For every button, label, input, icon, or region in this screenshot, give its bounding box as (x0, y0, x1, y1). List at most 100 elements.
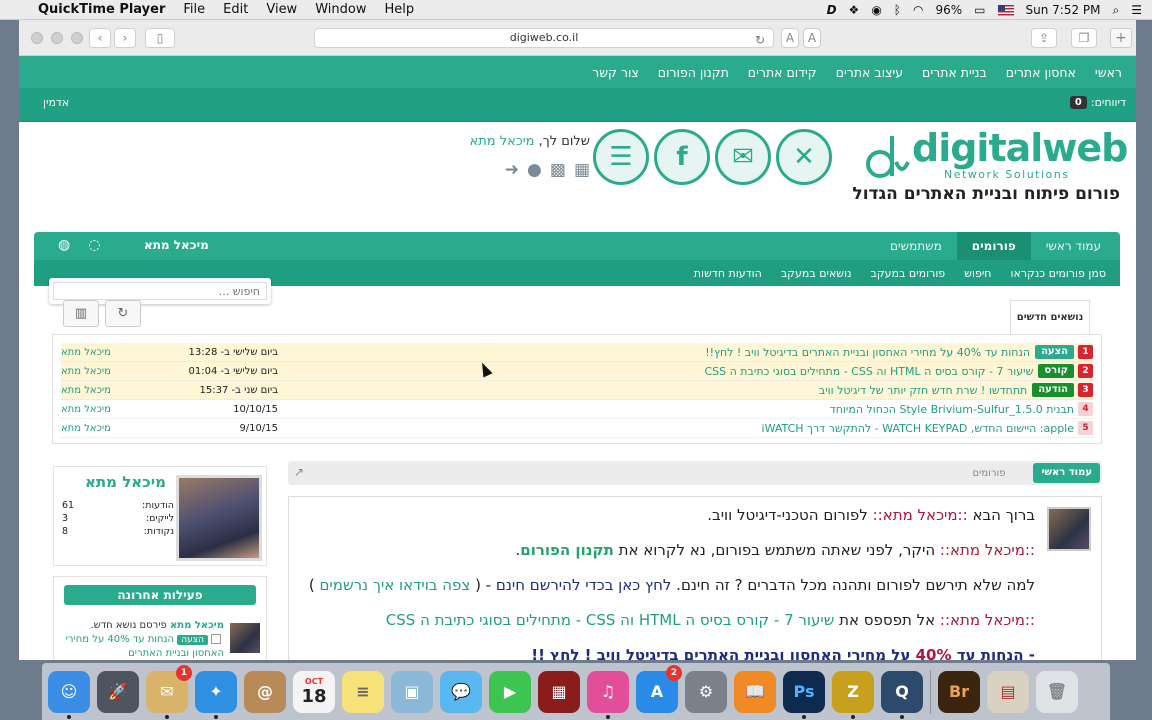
topic-row[interactable]: 3 הודעה תתחדשו ! שרת חדש חזק יותר של דיג… (61, 381, 1093, 400)
conversations-icon[interactable]: ◌ (88, 237, 100, 253)
contacts-icon[interactable]: @ (244, 670, 286, 713)
layout-toggle-button[interactable]: ▥ (63, 300, 99, 327)
sidebar-button[interactable]: ▯ (145, 28, 175, 48)
stat-value[interactable]: 61 (62, 499, 74, 512)
search-input[interactable] (53, 282, 267, 300)
menu-edit[interactable]: Edit (223, 2, 248, 17)
new-posts-link[interactable]: הודעות חדשות (694, 267, 762, 280)
quicktime-icon[interactable]: Q (881, 670, 923, 719)
messages-icon[interactable]: 💬 (440, 670, 482, 713)
logout-icon[interactable]: ➜ (505, 160, 519, 180)
system-preferences-icon[interactable]: ⚙ (685, 670, 727, 713)
breadcrumb-home[interactable]: עמוד ראשי (1033, 463, 1100, 483)
topic-row[interactable]: 5 apple: היישום החדש, WATCH KEYPAD - להת… (61, 419, 1093, 438)
finder-icon[interactable]: ☺ (48, 670, 90, 719)
close-window-button[interactable] (31, 32, 43, 44)
chat-icon[interactable]: ● (527, 160, 542, 180)
activity-checkbox[interactable] (211, 634, 221, 644)
nav-contact[interactable]: צור קשר (592, 65, 639, 80)
dropbox-icon[interactable]: ❖ (849, 3, 860, 17)
forum-rules-link[interactable]: תקנון הפורום (520, 541, 614, 559)
topic-row[interactable]: 1 הצעה הנחות עד 40% על מחירי האחסון ובני… (61, 343, 1093, 362)
topic-author[interactable]: מיכאל מתא (61, 404, 111, 415)
activity-user[interactable]: מיכאל מתא (170, 620, 224, 631)
address-bar[interactable]: digiweb.co.il ↻ (314, 28, 774, 48)
launchpad-icon[interactable]: 🚀 (97, 670, 139, 713)
topic-title[interactable]: תתחדשו ! שרת חדש חזק יותר של דיגיטל וויב (819, 384, 1027, 397)
breadcrumb-forums[interactable]: פורומים (972, 468, 1005, 479)
reports-link[interactable]: דיווחים: 0 (1069, 96, 1126, 109)
stat-value[interactable]: 8 (62, 525, 68, 538)
app-store-icon[interactable]: A2 (636, 664, 682, 713)
reload-icon[interactable]: ↻ (755, 31, 765, 49)
wifi-icon[interactable]: ◠ (913, 3, 923, 17)
calendar-icon[interactable]: OCT 18 (293, 670, 335, 713)
nav-home[interactable]: ראשי (1095, 65, 1122, 80)
itunes-icon[interactable]: ♫ (587, 670, 629, 719)
tab-home[interactable]: עמוד ראשי (1031, 232, 1116, 260)
admin-link[interactable]: אדמין (43, 96, 69, 109)
profile-username[interactable]: מיכאל מתא (85, 473, 166, 491)
safari-icon[interactable]: ✦ (195, 670, 237, 719)
text-smaller-button[interactable]: A (781, 28, 799, 48)
globe-icon[interactable]: ◍ (58, 237, 70, 253)
minimize-window-button[interactable] (51, 32, 63, 44)
topic-title[interactable]: שיעור 7 - קורס בסיס ה HTML וה CSS - מתחי… (704, 365, 1033, 378)
nav-web-building[interactable]: בניית אתרים (922, 65, 987, 80)
menu-help[interactable]: Help (384, 2, 414, 17)
menu-view[interactable]: View (266, 2, 297, 17)
tools-icon[interactable]: ✕ (776, 129, 832, 185)
nav-username[interactable]: מיכאל מתא (144, 238, 209, 252)
tab-forums[interactable]: פורומים (956, 232, 1031, 260)
email-icon[interactable]: ✉ (715, 129, 771, 185)
mark-forums-read-link[interactable]: סמן פורומים כנקראו (1011, 267, 1107, 280)
topic-row[interactable]: 4 תבנית Style Brivium-Sulfur_1.5.0 הכחול… (61, 400, 1093, 419)
tab-members[interactable]: משתמשים (875, 232, 957, 260)
tiles-icon[interactable]: ▩ (550, 160, 566, 180)
refresh-topics-button[interactable]: ↻ (105, 300, 141, 327)
mail-icon[interactable]: ✉ 1 (146, 664, 192, 719)
greeting-username[interactable]: מיכאל מתא (470, 134, 535, 149)
tabs-overview-button[interactable]: ❐ (1071, 28, 1097, 48)
forward-button[interactable]: › (114, 28, 136, 48)
new-topics-tab[interactable]: נושאים חדשים (1010, 300, 1090, 334)
text-larger-button[interactable]: A (803, 28, 821, 48)
nav-web-design[interactable]: עיצוב אתרים (836, 65, 903, 80)
external-link-icon[interactable]: ↗ (294, 465, 304, 479)
activity-avatar[interactable] (230, 623, 260, 653)
topic-row[interactable]: 2 קורס שיעור 7 - קורס בסיס ה HTML וה CSS… (61, 362, 1093, 381)
spotlight-icon[interactable]: ⌕ (1113, 3, 1120, 18)
screenshot-icon[interactable]: ▤ (987, 670, 1029, 713)
menu-window[interactable]: Window (315, 2, 366, 17)
topic-title[interactable]: הנחות עד 40% על מחירי האחסון ובניית האתר… (705, 346, 1030, 359)
filezilla-icon[interactable]: Z (832, 670, 874, 719)
photoshop-icon[interactable]: Ps (783, 670, 825, 719)
bridge-icon[interactable]: Br (938, 670, 980, 713)
nav-hosting[interactable]: אחסון אתרים (1006, 65, 1076, 80)
facetime-icon[interactable]: ▶ (489, 670, 531, 713)
nav-forum-rules[interactable]: תקנון הפורום (658, 65, 729, 80)
discount-link[interactable]: על מחירי האחסון ובניית האתרים בדיגיטל וו… (531, 646, 915, 660)
search-link[interactable]: חיפוש (964, 267, 991, 280)
lesson-link[interactable]: שיעור 7 - קורס בסיס ה HTML וה CSS - מתחי… (386, 611, 835, 629)
nav-seo[interactable]: קידום אתרים (748, 65, 817, 80)
register-link[interactable]: לחץ כאן בכדי להירשם חינם (496, 576, 672, 594)
watched-forums-link[interactable]: פורומים במעקב (871, 267, 946, 280)
topic-author[interactable]: מיכאל מתא (61, 366, 111, 377)
topic-title[interactable]: תבנית Style Brivium-Sulfur_1.5.0 הכחול ה… (830, 403, 1074, 416)
topic-title[interactable]: apple: היישום החדש, WATCH KEYPAD - להתקש… (762, 422, 1074, 435)
menu-file[interactable]: File (183, 2, 205, 17)
record-icon[interactable]: ◉ (871, 3, 881, 17)
dashlane-icon[interactable]: D (827, 3, 837, 17)
input-source-flag-icon[interactable] (997, 4, 1014, 16)
watched-threads-link[interactable]: נושאים במעקב (781, 267, 852, 280)
register-video-link[interactable]: צפה בוידאו איך נרשמים (319, 576, 470, 594)
app-menu[interactable]: QuickTime Player (38, 2, 165, 17)
notification-center-icon[interactable]: ☰ (1131, 3, 1142, 17)
topic-author[interactable]: מיכאל מתא (61, 347, 111, 358)
photo-booth-icon[interactable]: ▦ (538, 670, 580, 713)
topic-author[interactable]: מיכאל מתא (61, 423, 111, 434)
share-button[interactable]: ⇪ (1031, 28, 1057, 48)
stat-value[interactable]: 3 (62, 512, 68, 525)
notes-icon[interactable]: ≡ (342, 670, 384, 713)
